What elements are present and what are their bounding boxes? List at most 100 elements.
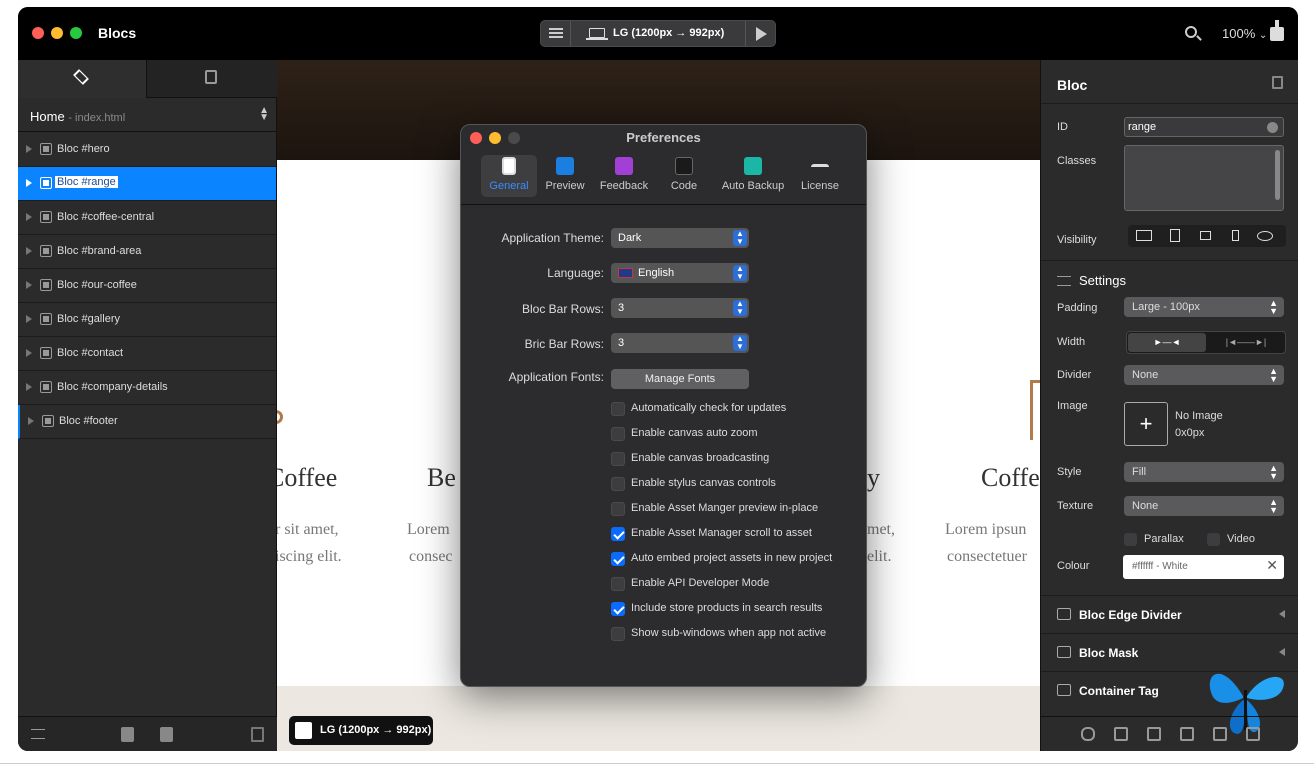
- tablet-visible-icon[interactable]: [1170, 229, 1180, 242]
- eye-icon[interactable]: [1257, 231, 1273, 241]
- style-select[interactable]: Fill ▲ ▼: [1124, 462, 1284, 482]
- checkbox-checked[interactable]: [611, 552, 625, 566]
- move-down-icon[interactable]: [160, 727, 173, 742]
- bloc-item-label: Bloc #coffee-central: [57, 211, 155, 223]
- tab-general[interactable]: General: [481, 155, 537, 197]
- trash-icon[interactable]: [1272, 76, 1283, 89]
- checkbox[interactable]: [611, 477, 625, 491]
- checkbox[interactable]: [611, 627, 625, 641]
- laptop-icon: [589, 28, 605, 38]
- tab-license[interactable]: License: [795, 155, 845, 197]
- tab-feedback[interactable]: Feedback: [595, 155, 653, 197]
- document-icon[interactable]: [1213, 727, 1227, 741]
- bloc-item-hero[interactable]: Bloc #hero: [18, 133, 276, 167]
- colour-field[interactable]: #ffffff - White ✕: [1123, 555, 1284, 579]
- disclosure-arrow-icon[interactable]: [26, 383, 32, 391]
- checkbox[interactable]: [611, 427, 625, 441]
- page-selector[interactable]: Home - index.html ▲ ▼: [18, 98, 277, 132]
- canvas-breakpoint-badge[interactable]: LG (1200px → 992px): [289, 716, 433, 745]
- texture-select[interactable]: None ▲ ▼: [1124, 496, 1284, 516]
- check-auto-embed[interactable]: Auto embed project assets in new project: [611, 551, 911, 567]
- checkbox[interactable]: [611, 577, 625, 591]
- check-canvas-broadcasting[interactable]: Enable canvas broadcasting: [611, 451, 911, 467]
- parallax-checkbox[interactable]: Parallax: [1124, 532, 1204, 546]
- list-icon[interactable]: [1180, 727, 1194, 741]
- language-select[interactable]: English ▲ ▼: [611, 263, 749, 283]
- bloc-item-contact[interactable]: Bloc #contact: [18, 337, 276, 371]
- width-contained-option[interactable]: ►—◄: [1128, 333, 1206, 352]
- disclosure-arrow-icon[interactable]: [28, 417, 34, 425]
- minimize-window-button[interactable]: [51, 27, 63, 39]
- sliders-icon[interactable]: [31, 729, 45, 739]
- menu-button[interactable]: [541, 21, 571, 46]
- bloc-item-range[interactable]: Bloc #range: [18, 167, 276, 201]
- divider-select[interactable]: None ▲ ▼: [1124, 365, 1284, 385]
- bloc-item-label: Bloc #hero: [57, 143, 110, 155]
- check-canvas-auto-zoom[interactable]: Enable canvas auto zoom: [611, 426, 911, 442]
- check-auto-updates[interactable]: Automatically check for updates: [611, 401, 911, 417]
- code-braces-icon[interactable]: [1081, 727, 1095, 741]
- checkbox[interactable]: [1124, 533, 1137, 546]
- width-full-option[interactable]: |◄——►|: [1207, 333, 1285, 352]
- desktop-visible-icon[interactable]: [1136, 230, 1152, 241]
- preview-play-button[interactable]: [745, 21, 775, 46]
- tablet-landscape-visible-icon[interactable]: [1200, 231, 1211, 240]
- check-stylus-controls[interactable]: Enable stylus canvas controls: [611, 476, 911, 492]
- image-icon[interactable]: [1114, 727, 1128, 741]
- clear-icon[interactable]: [1267, 122, 1278, 133]
- checkbox-label: Enable canvas broadcasting: [631, 452, 770, 464]
- checkbox[interactable]: [1207, 533, 1220, 546]
- bric-bar-rows-select[interactable]: 3 ▲ ▼: [611, 333, 749, 353]
- padding-select[interactable]: Large - 100px ▲ ▼: [1124, 297, 1284, 317]
- phone-visible-icon[interactable]: [1232, 230, 1239, 241]
- theme-select[interactable]: Dark ▲ ▼: [611, 228, 749, 248]
- bloc-item-coffee-central[interactable]: Bloc #coffee-central: [18, 201, 276, 235]
- disclosure-arrow-icon[interactable]: [26, 145, 32, 153]
- check-store-products[interactable]: Include store products in search results: [611, 601, 911, 617]
- brush-icon[interactable]: [1147, 727, 1161, 741]
- bloc-item-company-details[interactable]: Bloc #company-details: [18, 371, 276, 405]
- check-asset-preview[interactable]: Enable Asset Manger preview in-place: [611, 501, 911, 517]
- id-input[interactable]: range: [1124, 117, 1284, 137]
- page-name: Home - index.html: [30, 109, 125, 124]
- check-asset-scroll[interactable]: Enable Asset Manager scroll to asset: [611, 526, 911, 542]
- bloc-bar-rows-select[interactable]: 3 ▲ ▼: [611, 298, 749, 318]
- bloc-item-gallery[interactable]: Bloc #gallery: [18, 303, 276, 337]
- device-selector[interactable]: LG (1200px → 992px): [540, 20, 776, 47]
- classes-field[interactable]: [1124, 145, 1284, 211]
- zoom-level[interactable]: 100% ⌄: [1222, 26, 1267, 41]
- disclosure-arrow-icon[interactable]: [26, 247, 32, 255]
- move-up-icon[interactable]: [121, 727, 134, 742]
- zoom-window-button[interactable]: [70, 27, 82, 39]
- tab-layers[interactable]: [18, 60, 147, 98]
- bloc-item-our-coffee[interactable]: Bloc #our-coffee: [18, 269, 276, 303]
- tab-pages[interactable]: [148, 60, 277, 98]
- add-image-button[interactable]: +: [1124, 402, 1168, 446]
- video-checkbox[interactable]: Video: [1207, 532, 1277, 546]
- close-window-button[interactable]: [32, 27, 44, 39]
- tab-code[interactable]: Code: [659, 155, 709, 197]
- tab-preview[interactable]: Preview: [541, 155, 589, 197]
- trash-icon[interactable]: [251, 727, 264, 742]
- checkbox-checked[interactable]: [611, 602, 625, 616]
- disclosure-arrow-icon[interactable]: [26, 349, 32, 357]
- clear-icon[interactable]: ✕: [1266, 557, 1278, 574]
- scrollbar[interactable]: [1275, 150, 1280, 200]
- disclosure-arrow-icon[interactable]: [26, 281, 32, 289]
- checkbox[interactable]: [611, 502, 625, 516]
- video-icon[interactable]: [1246, 727, 1260, 741]
- bloc-item-footer[interactable]: Bloc #footer: [18, 405, 276, 439]
- disclosure-arrow-icon[interactable]: [26, 315, 32, 323]
- checkbox[interactable]: [611, 402, 625, 416]
- checkbox[interactable]: [611, 452, 625, 466]
- manage-fonts-button[interactable]: Manage Fonts: [611, 369, 749, 389]
- section-bloc-edge-divider[interactable]: Bloc Edge Divider: [1041, 595, 1298, 633]
- tab-auto-backup[interactable]: Auto Backup: [715, 155, 791, 197]
- check-api-developer[interactable]: Enable API Developer Mode: [611, 576, 911, 592]
- check-sub-windows[interactable]: Show sub-windows when app not active: [611, 626, 911, 642]
- bloc-item-brand-area[interactable]: Bloc #brand-area: [18, 235, 276, 269]
- disclosure-arrow-icon[interactable]: [26, 213, 32, 221]
- checkbox-checked[interactable]: [611, 527, 625, 541]
- disclosure-arrow-icon[interactable]: [26, 179, 32, 187]
- pages-icon: [205, 70, 217, 84]
